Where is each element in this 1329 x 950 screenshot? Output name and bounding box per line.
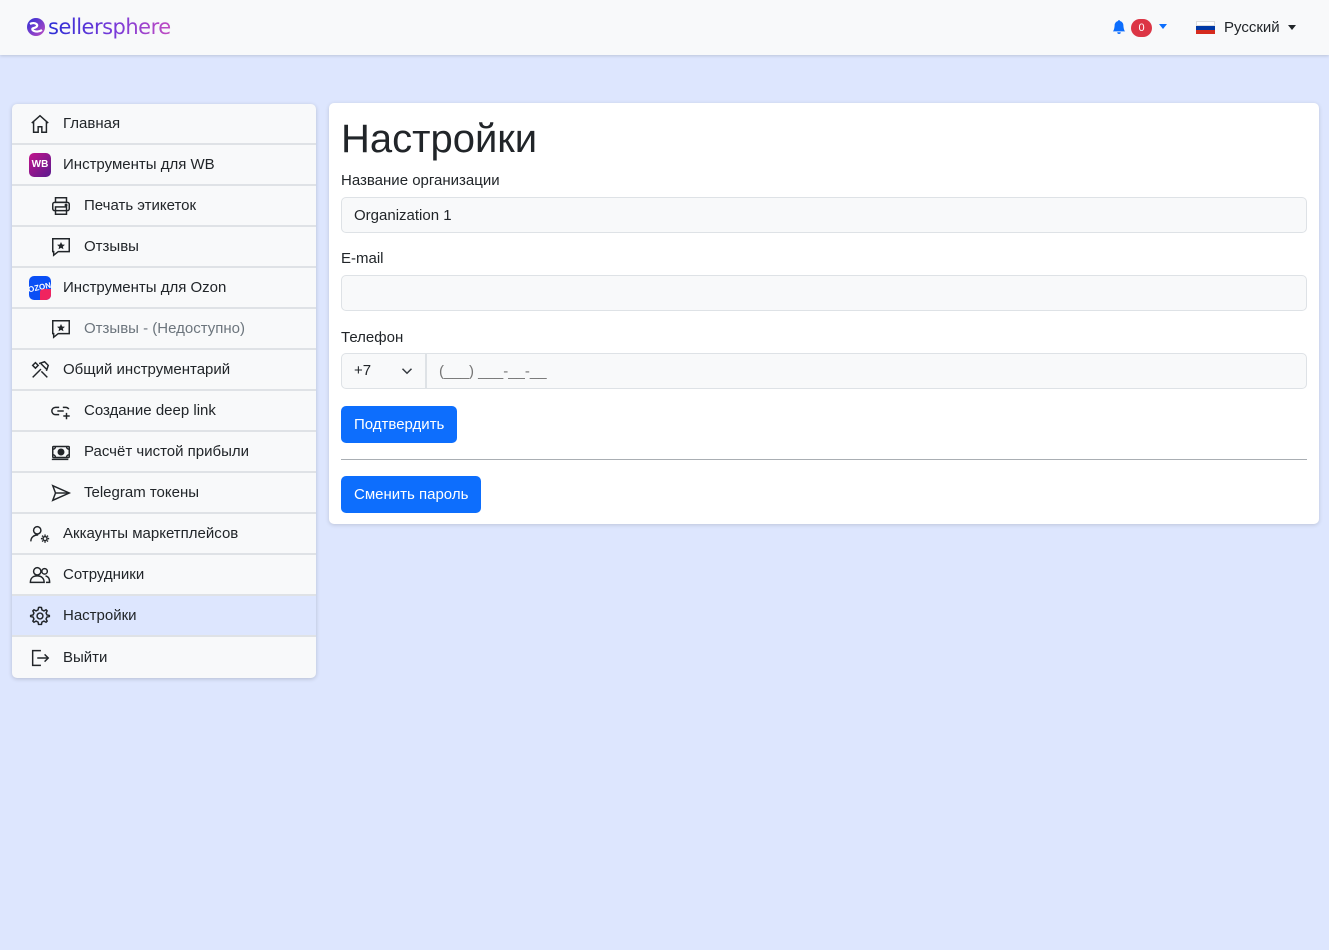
- printer-icon: [50, 195, 72, 217]
- brand-name: sellersphere: [48, 15, 171, 39]
- sidebar-item-marketplace-accounts[interactable]: Аккаунты маркетплейсов: [12, 514, 316, 555]
- gear-icon: [29, 605, 51, 627]
- email-label: E-mail: [341, 250, 384, 267]
- org-name-input[interactable]: [341, 197, 1307, 233]
- sidebar-item-wb-tools[interactable]: WB Инструменты для WB: [12, 145, 316, 186]
- phone-label: Телефон: [341, 329, 404, 346]
- top-navbar: sellersphere 0 Русский: [0, 0, 1329, 55]
- sidebar-item-employees[interactable]: Сотрудники: [12, 555, 316, 596]
- sidebar-item-print-labels[interactable]: Печать этикеток: [12, 186, 316, 227]
- review-star-icon: [50, 318, 72, 340]
- sidebar-item-label: Печать этикеток: [84, 197, 197, 214]
- sphere-logo-icon: [27, 18, 45, 36]
- home-icon: [29, 113, 51, 135]
- sidebar-item-label: Инструменты для WB: [63, 156, 215, 173]
- notifications-count-badge: 0: [1131, 19, 1152, 37]
- notifications-bell-icon[interactable]: [1112, 17, 1130, 37]
- sidebar-item-label: Расчёт чистой прибыли: [84, 443, 250, 460]
- ozon-logo-icon: OZON: [29, 275, 51, 300]
- cash-icon: [50, 441, 72, 463]
- confirm-button[interactable]: Подтвердить: [341, 406, 458, 443]
- review-star-icon: [50, 236, 72, 258]
- sidebar-item-ozon-tools[interactable]: OZON Инструменты для Ozon: [12, 268, 316, 309]
- sidebar: Главная WB Инструменты для WB Печать эти…: [12, 104, 316, 678]
- brand-logo[interactable]: sellersphere: [26, 13, 171, 41]
- sidebar-item-logout[interactable]: Выйти: [12, 637, 316, 678]
- chevron-down-icon: [401, 368, 413, 375]
- language-label: Русский: [1224, 18, 1280, 36]
- sidebar-item-net-profit[interactable]: Расчёт чистой прибыли: [12, 432, 316, 473]
- notifications-dropdown-caret-icon[interactable]: [1159, 24, 1167, 29]
- sidebar-item-label: Общий инструментарий: [63, 361, 231, 378]
- settings-card: Настройки Название организации E-mail Те…: [329, 103, 1319, 524]
- sidebar-item-label: Сотрудники: [63, 566, 145, 583]
- language-caret-icon: [1287, 24, 1296, 30]
- sidebar-item-label: Главная: [63, 115, 121, 132]
- people-icon: [29, 564, 51, 586]
- user-gear-icon: [29, 523, 51, 545]
- sidebar-item-telegram-tokens[interactable]: Telegram токены: [12, 473, 316, 514]
- sidebar-item-label: Выйти: [63, 649, 108, 666]
- change-password-button[interactable]: Сменить пароль: [341, 476, 482, 513]
- phone-input[interactable]: [426, 353, 1307, 389]
- page-title: Настройки: [341, 117, 538, 161]
- sidebar-item-label: Инструменты для Ozon: [63, 279, 227, 296]
- sidebar-item-settings[interactable]: Настройки: [12, 596, 316, 637]
- language-dropdown[interactable]: Русский: [1196, 17, 1296, 37]
- sidebar-item-label: Аккаунты маркетплейсов: [63, 525, 239, 542]
- email-input[interactable]: [341, 275, 1307, 311]
- sidebar-item-label: Отзывы - (Недоступно): [84, 320, 245, 337]
- sidebar-item-label: Отзывы: [84, 238, 139, 255]
- sidebar-item-ozon-reviews[interactable]: Отзывы - (Недоступно): [12, 309, 316, 350]
- sidebar-item-common-tools[interactable]: Общий инструментарий: [12, 350, 316, 391]
- org-name-label: Название организации: [341, 172, 500, 189]
- phone-code-value: +7: [354, 362, 372, 379]
- russia-flag-icon: [1196, 20, 1215, 34]
- send-icon: [50, 482, 72, 504]
- sidebar-item-label: Telegram токены: [84, 484, 200, 501]
- sidebar-item-home[interactable]: Главная: [12, 104, 316, 145]
- wb-logo-icon: WB: [29, 152, 51, 177]
- link-plus-icon: [50, 400, 72, 422]
- phone-country-code-select[interactable]: +7: [341, 353, 426, 389]
- sidebar-item-label: Настройки: [63, 607, 137, 624]
- sidebar-item-wb-reviews[interactable]: Отзывы: [12, 227, 316, 268]
- sidebar-item-deep-link[interactable]: Создание deep link: [12, 391, 316, 432]
- tools-icon: [29, 359, 51, 381]
- divider: [341, 459, 1307, 460]
- logout-icon: [29, 647, 51, 669]
- sidebar-item-label: Создание deep link: [84, 402, 216, 419]
